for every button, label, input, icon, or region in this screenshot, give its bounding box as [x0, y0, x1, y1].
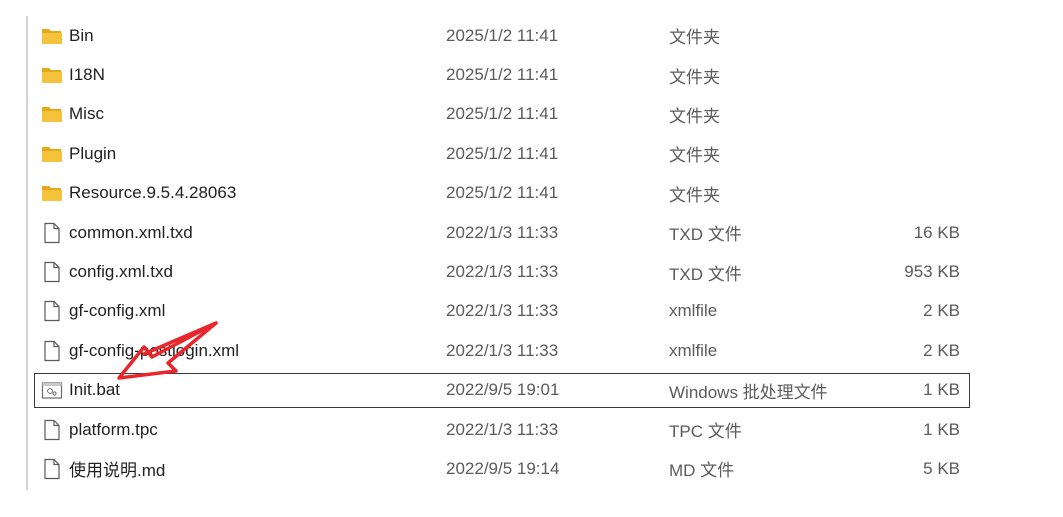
file-type: xmlfile: [669, 340, 718, 360]
batch-file-icon: [41, 378, 63, 402]
folder-icon: [41, 63, 63, 87]
file-row[interactable]: common.xml.txd 2022/1/3 11:33 TXD 文件 16 KB: [32, 213, 972, 252]
file-modified-date: 2025/1/2 11:41: [446, 183, 559, 203]
file-name[interactable]: gf-config.xml: [69, 301, 165, 321]
file-type: Windows 批处理文件: [669, 382, 828, 402]
file-modified-date: 2025/1/2 11:41: [446, 65, 559, 85]
file-icon: [41, 299, 63, 323]
file-size: 2 KB: [923, 301, 960, 321]
file-name[interactable]: 使用说明.md: [69, 456, 165, 481]
file-size: 1 KB: [923, 380, 960, 400]
file-icon: [41, 221, 63, 245]
file-name-cell[interactable]: Bin: [41, 16, 94, 55]
file-modified-date: 2022/9/5 19:14: [446, 458, 560, 478]
file-name-cell[interactable]: common.xml.txd: [41, 213, 193, 252]
file-modified-date: 2022/1/3 11:33: [446, 419, 559, 439]
file-name-cell[interactable]: Misc: [41, 95, 104, 134]
file-type: 文件夹: [669, 67, 720, 87]
navigation-pane-divider[interactable]: [26, 16, 28, 490]
file-type: TXD 文件: [669, 225, 742, 245]
file-name-cell[interactable]: 使用说明.md: [41, 449, 165, 488]
file-type: 文件夹: [669, 146, 720, 166]
file-name[interactable]: Init.bat: [69, 380, 120, 400]
file-row[interactable]: Plugin 2025/1/2 11:41 文件夹: [32, 134, 972, 173]
file-name[interactable]: I18N: [69, 65, 105, 85]
file-row[interactable]: config.xml.txd 2022/1/3 11:33 TXD 文件 953 KB: [32, 252, 972, 291]
file-name-cell[interactable]: gf-config.xml: [41, 292, 165, 331]
file-name[interactable]: common.xml.txd: [69, 223, 193, 243]
file-type: 文件夹: [669, 106, 720, 126]
file-type: MD 文件: [669, 461, 735, 481]
file-name-cell[interactable]: gf-config-postlogin.xml: [41, 331, 239, 370]
file-row[interactable]: I18N 2025/1/2 11:41 文件夹: [32, 55, 972, 94]
file-list: Bin 2025/1/2 11:41 文件夹 I18N 2025/1/2 11:41 文件…: [32, 16, 972, 489]
file-name[interactable]: config.xml.txd: [69, 262, 173, 282]
file-size: 1 KB: [923, 419, 960, 439]
file-type: 文件夹: [669, 185, 720, 205]
folder-icon: [41, 181, 63, 205]
file-size: 953 KB: [904, 262, 960, 282]
folder-icon: [41, 24, 63, 48]
file-explorer-view: Bin 2025/1/2 11:41 文件夹 I18N 2025/1/2 11:41 文件…: [0, 0, 1063, 517]
file-row[interactable]: gf-config.xml 2022/1/3 11:33 xmlfile 2 KB: [32, 292, 972, 331]
file-icon: [41, 457, 63, 481]
file-size: 5 KB: [923, 458, 960, 478]
file-size: 2 KB: [923, 340, 960, 360]
file-name-cell[interactable]: config.xml.txd: [41, 252, 173, 291]
file-modified-date: 2022/1/3 11:33: [446, 262, 559, 282]
file-modified-date: 2025/1/2 11:41: [446, 104, 559, 124]
file-modified-date: 2022/1/3 11:33: [446, 222, 559, 242]
file-row[interactable]: Misc 2025/1/2 11:41 文件夹: [32, 95, 972, 134]
file-row[interactable]: Resource.9.5.4.28063 2025/1/2 11:41 文件夹: [32, 174, 972, 213]
file-row[interactable]: Bin 2025/1/2 11:41 文件夹: [32, 16, 972, 55]
file-name-cell[interactable]: Resource.9.5.4.28063: [41, 174, 236, 213]
file-name[interactable]: Misc: [69, 104, 104, 124]
file-name-cell[interactable]: Init.bat: [41, 371, 120, 410]
file-row[interactable]: Init.bat 2022/9/5 19:01 Windows 批处理文件 1 KB: [32, 371, 972, 410]
file-icon: [41, 339, 63, 363]
file-type: TXD 文件: [669, 264, 742, 284]
file-modified-date: 2022/1/3 11:33: [446, 340, 559, 360]
file-name[interactable]: Plugin: [69, 144, 116, 164]
folder-icon: [41, 102, 63, 126]
file-row[interactable]: gf-config-postlogin.xml 2022/1/3 11:33 xml…: [32, 331, 972, 370]
file-icon: [41, 418, 63, 442]
folder-icon: [41, 142, 63, 166]
file-name[interactable]: platform.tpc: [69, 420, 158, 440]
file-type: xmlfile: [669, 301, 718, 321]
file-type: TPC 文件: [669, 422, 742, 442]
file-type: 文件夹: [669, 28, 720, 48]
file-name-cell[interactable]: platform.tpc: [41, 410, 158, 449]
file-name-cell[interactable]: Plugin: [41, 134, 116, 173]
file-name[interactable]: Resource.9.5.4.28063: [69, 183, 236, 203]
file-name[interactable]: Bin: [69, 26, 94, 46]
file-name-cell[interactable]: I18N: [41, 55, 105, 94]
file-icon: [41, 260, 63, 284]
file-row[interactable]: platform.tpc 2022/1/3 11:33 TPC 文件 1 KB: [32, 410, 972, 449]
file-modified-date: 2022/9/5 19:01: [446, 380, 560, 400]
file-modified-date: 2025/1/2 11:41: [446, 143, 559, 163]
file-modified-date: 2022/1/3 11:33: [446, 301, 559, 321]
file-name[interactable]: gf-config-postlogin.xml: [69, 341, 239, 361]
file-row[interactable]: 使用说明.md 2022/9/5 19:14 MD 文件 5 KB: [32, 449, 972, 488]
file-size: 16 KB: [913, 222, 960, 242]
file-modified-date: 2025/1/2 11:41: [446, 25, 559, 45]
